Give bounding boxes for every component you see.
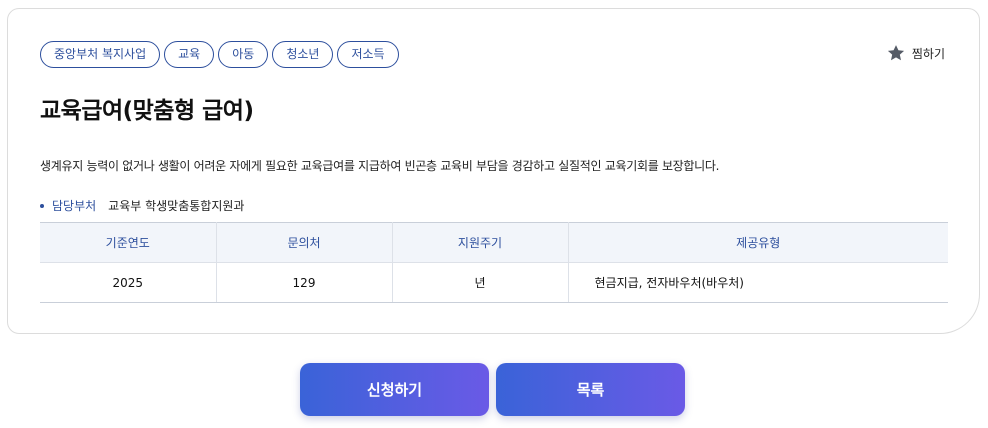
- apply-button[interactable]: 신청하기: [300, 363, 489, 416]
- tag-education[interactable]: 교육: [164, 41, 215, 68]
- cell-base-year: 2025: [40, 262, 217, 303]
- header-support-cycle: 지원주기: [392, 222, 569, 263]
- bullet-icon: [40, 203, 44, 208]
- page-title: 교육급여(맞춤형 급여): [40, 98, 254, 124]
- cell-provision-type: 현금지급, 전자바우처(바우처): [568, 262, 948, 303]
- service-info-table: 기준연도 문의처 지원주기 제공유형 2025 129 년 현금지급, 전자바우…: [40, 222, 948, 303]
- favorite-button[interactable]: 찜하기: [886, 43, 945, 63]
- tag-youth[interactable]: 청소년: [272, 41, 334, 68]
- cell-support-cycle: 년: [392, 262, 569, 303]
- table-header-row: 기준연도 문의처 지원주기 제공유형: [40, 222, 948, 263]
- tag-low-income[interactable]: 저소득: [337, 41, 399, 68]
- cell-contact: 129: [216, 262, 393, 303]
- header-base-year: 기준연도: [40, 222, 217, 263]
- star-icon: [887, 45, 904, 61]
- department-info: 담당부처 교육부 학생맞춤통합지원과: [40, 197, 244, 214]
- department-label: 담당부처: [52, 199, 97, 213]
- department-value: 교육부 학생맞춤통합지원과: [108, 199, 245, 213]
- header-provision-type: 제공유형: [568, 222, 948, 263]
- favorite-label: 찜하기: [911, 46, 945, 61]
- tag-list: 중앙부처 복지사업 교육 아동 청소년 저소득: [40, 41, 399, 68]
- tag-child[interactable]: 아동: [218, 41, 269, 68]
- list-button[interactable]: 목록: [496, 363, 685, 416]
- table-row: 2025 129 년 현금지급, 전자바우처(바우처): [40, 262, 948, 303]
- tag-central-welfare[interactable]: 중앙부처 복지사업: [40, 41, 161, 68]
- service-description: 생계유지 능력이 없거나 생활이 어려운 자에게 필요한 교육급여를 지급하여 …: [40, 159, 720, 173]
- header-contact: 문의처: [216, 222, 393, 263]
